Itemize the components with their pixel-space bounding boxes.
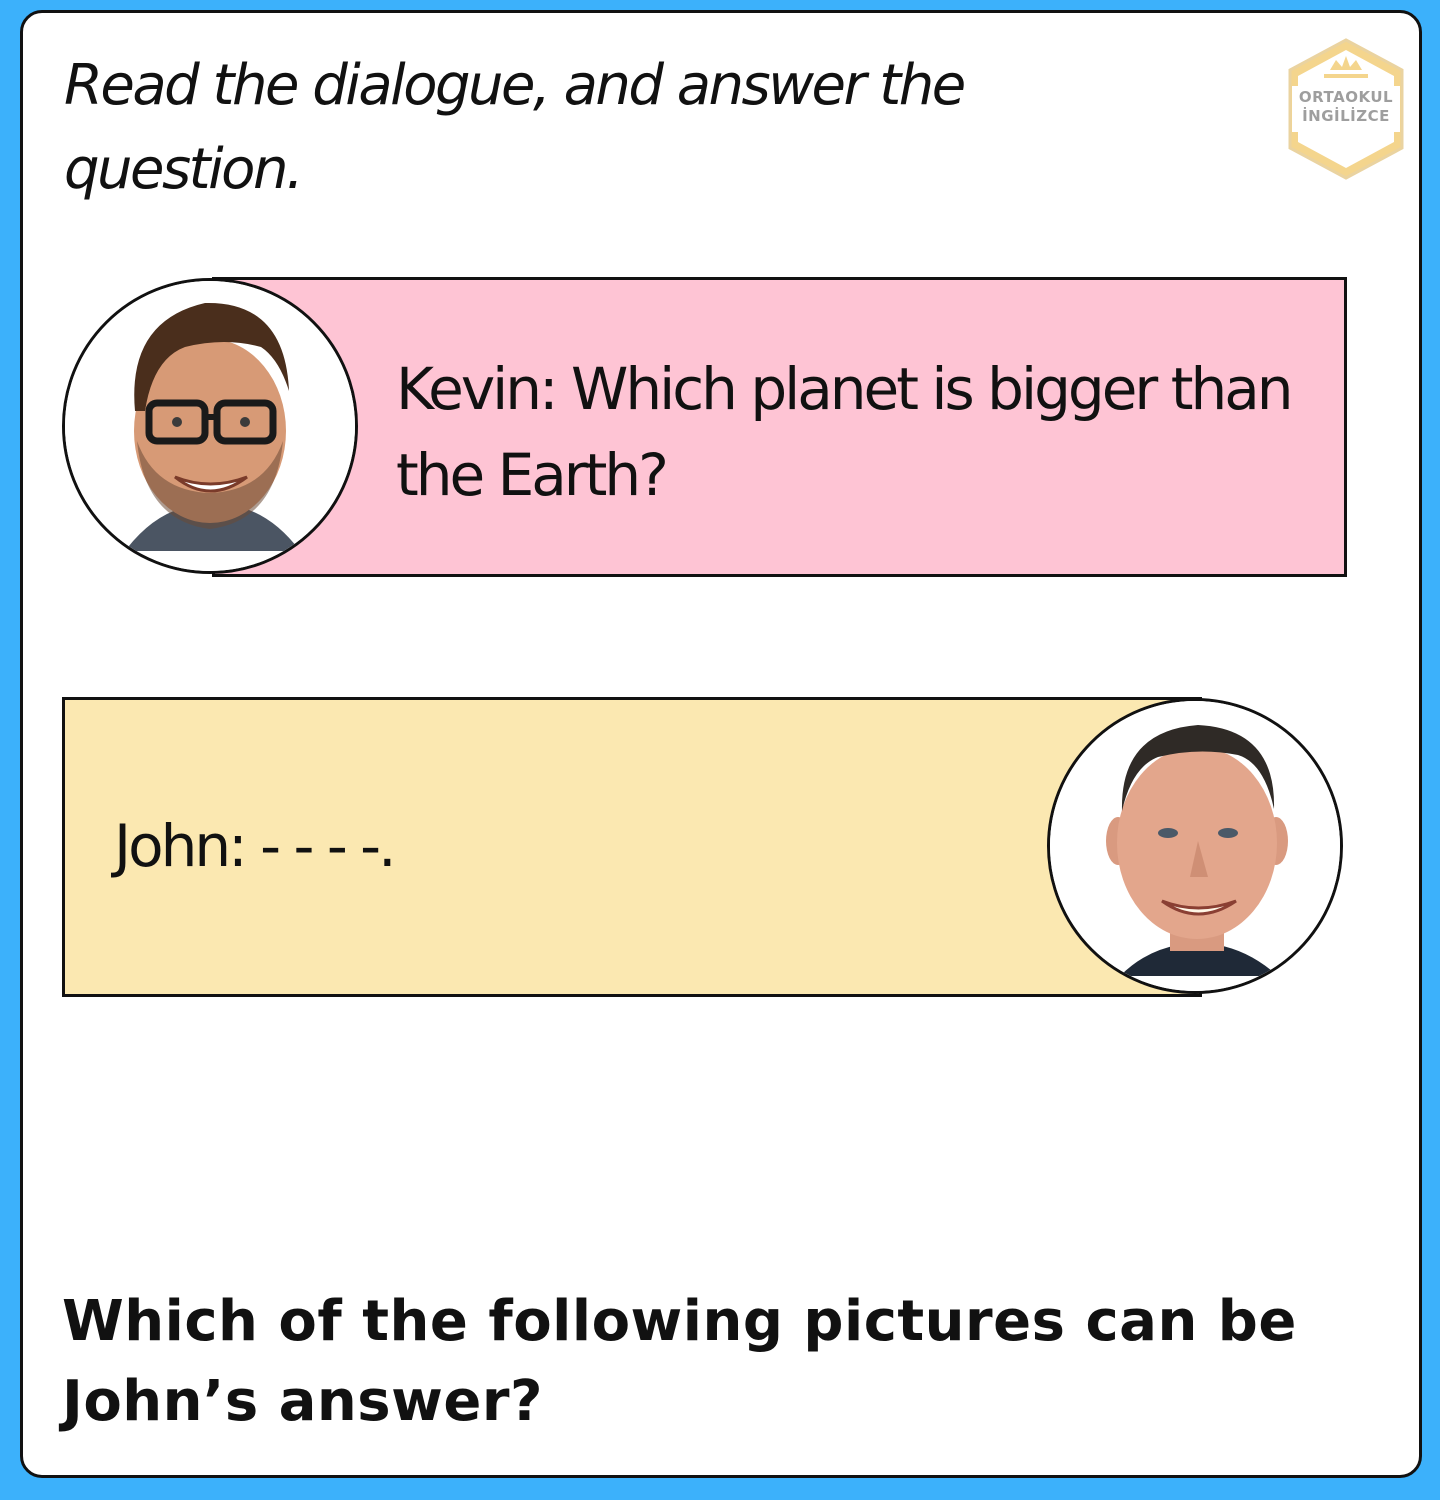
logo-text-line2: İNGİLİZCE (1302, 107, 1390, 125)
john-avatar (1047, 698, 1343, 994)
question-prompt: Which of the following pictures can be J… (62, 1289, 1297, 1434)
logo-text-line1: ORTAOKUL (1298, 88, 1394, 106)
ortaokul-ingilizce-logo: ★ ★ ★ ORTAOKUL İNGİLİZCE (1284, 36, 1408, 182)
man-with-glasses-photo-icon (65, 281, 355, 571)
kevin-line: Kevin: Which planet is bigger than the E… (396, 355, 1294, 509)
smiling-man-photo-icon (1050, 701, 1340, 991)
kevin-avatar (62, 278, 358, 574)
john-line: John: - - - -. (114, 812, 397, 880)
instruction-heading: Read the dialogue, and answer the questi… (64, 53, 966, 202)
svg-text:★: ★ (1350, 143, 1361, 157)
